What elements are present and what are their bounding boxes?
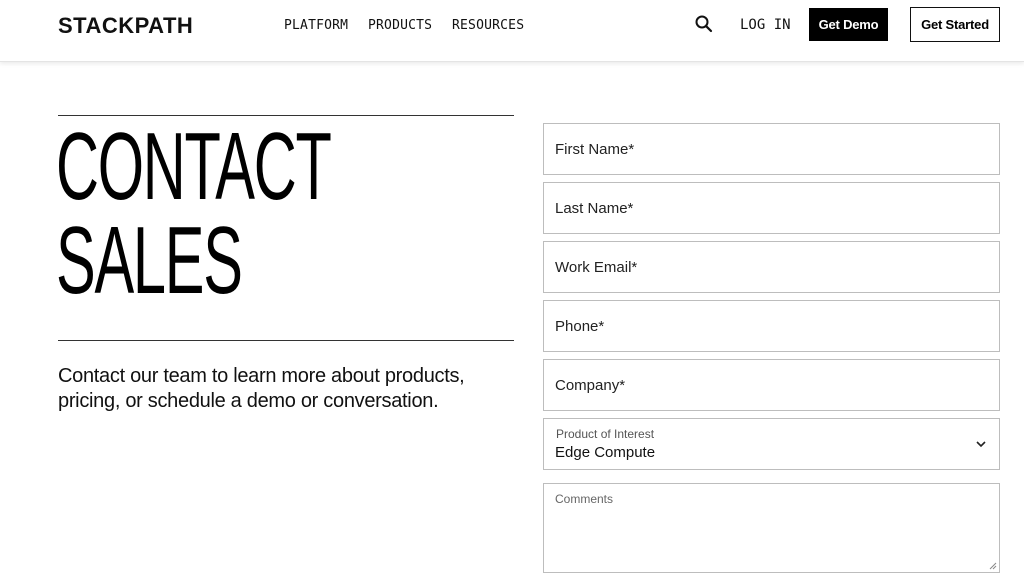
work-email-input[interactable] bbox=[544, 242, 999, 292]
company-input[interactable] bbox=[544, 360, 999, 410]
last-name-input[interactable] bbox=[544, 183, 999, 233]
stackpath-logo[interactable]: STACKPATH bbox=[58, 13, 193, 39]
first-name-input[interactable] bbox=[544, 124, 999, 174]
nav-products[interactable]: PRODUCTS bbox=[368, 18, 432, 33]
page-title-line1: CONTACT bbox=[56, 113, 332, 220]
last-name-field[interactable] bbox=[543, 182, 1000, 234]
product-select-label: Product of Interest bbox=[556, 427, 655, 441]
product-of-interest-select[interactable]: Product of Interest Edge Compute bbox=[543, 418, 1000, 470]
site-header: STACKPATH PLATFORM PRODUCTS RESOURCES LO… bbox=[0, 0, 1024, 62]
phone-field[interactable] bbox=[543, 300, 1000, 352]
phone-input[interactable] bbox=[544, 301, 999, 351]
resize-handle-icon[interactable] bbox=[989, 562, 997, 570]
divider-bottom bbox=[58, 340, 514, 341]
intro-text: Contact our team to learn more about pro… bbox=[58, 365, 465, 412]
company-field[interactable] bbox=[543, 359, 1000, 411]
get-started-button[interactable]: Get Started bbox=[910, 7, 1000, 42]
nav-platform[interactable]: PLATFORM bbox=[284, 18, 348, 33]
chevron-down-icon bbox=[976, 441, 986, 448]
comments-textarea[interactable] bbox=[544, 484, 999, 572]
page-title-line2: SALES bbox=[56, 207, 243, 314]
get-demo-button[interactable]: Get Demo bbox=[809, 8, 888, 41]
search-icon[interactable] bbox=[694, 14, 714, 34]
first-name-field[interactable] bbox=[543, 123, 1000, 175]
work-email-field[interactable] bbox=[543, 241, 1000, 293]
page-title: CONTACT SALES bbox=[56, 113, 332, 314]
nav-resources[interactable]: RESOURCES bbox=[452, 18, 524, 33]
product-select-value: Edge Compute bbox=[555, 444, 656, 461]
comments-field[interactable] bbox=[543, 483, 1000, 573]
login-link[interactable]: LOG IN bbox=[740, 17, 791, 33]
